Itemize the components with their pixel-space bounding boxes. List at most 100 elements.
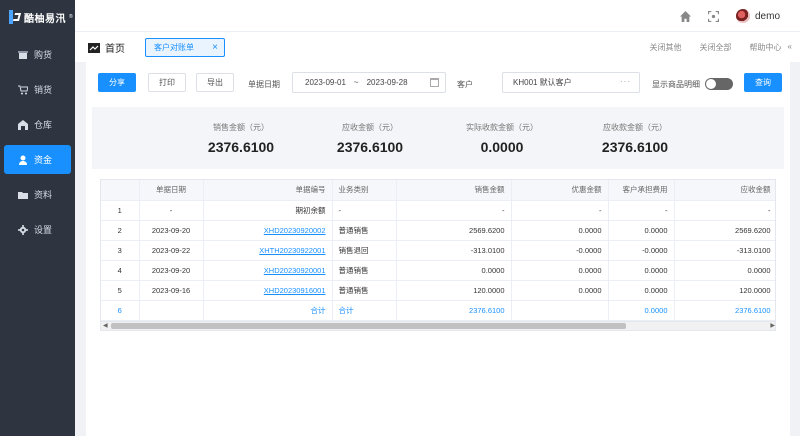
cell-discount: 0.0000: [511, 280, 609, 301]
column-header-business-type[interactable]: 业务类别: [332, 180, 397, 201]
cell-business-type: 普通销售: [332, 220, 397, 241]
sidebar-item-data[interactable]: 资料: [4, 180, 71, 209]
tab-customer-statement-label: 客户对账单: [154, 43, 194, 52]
summary-sales-amount: 销售金额（元） 2376.6100: [181, 122, 301, 155]
tab-actions: 关闭其他 关闭全部 帮助中心 «: [650, 42, 792, 53]
doc-no-link[interactable]: XHD20230920002: [203, 220, 333, 241]
show-detail-label: 显示商品明细: [652, 80, 700, 89]
customer-value: KH001 默认客户: [513, 78, 572, 87]
summary-actual-received: 实际收款金额（元） 0.0000: [442, 122, 562, 155]
table-total-row: 6 合计 合计 2376.6100 0.0000 2376.6100: [101, 300, 775, 321]
cell-date: 2023-09-22: [139, 240, 204, 261]
sidebar-item-label: 销货: [34, 85, 53, 95]
top-header: demo: [75, 0, 800, 32]
help-center-link[interactable]: 帮助中心: [750, 42, 782, 53]
cell-discount: -0.0000: [511, 240, 609, 261]
cell-sales-amount: -313.0100: [396, 240, 512, 261]
sidebar-item-settings[interactable]: 设置: [4, 215, 71, 244]
sidebar-item-warehouse[interactable]: 仓库: [4, 110, 71, 139]
summary-value: 2376.6100: [336, 139, 404, 155]
cell-business-type: 普通销售: [332, 280, 397, 301]
sidebar-item-funds[interactable]: 资金: [4, 145, 71, 174]
fullscreen-icon[interactable]: [708, 10, 720, 22]
cell-discount: 0.0000: [511, 260, 609, 281]
collapse-icon[interactable]: «: [788, 42, 792, 53]
cart-icon: [18, 85, 28, 95]
tab-customer-statement[interactable]: 客户对账单 ×: [145, 38, 225, 57]
table-row[interactable]: 4 2023-09-20 XHD20230920001 普通销售 0.0000 …: [101, 260, 775, 281]
sidebar-item-label: 资料: [34, 190, 53, 200]
doc-no-link[interactable]: XHD20230920001: [203, 260, 333, 281]
sidebar-item-sales[interactable]: 销货: [4, 75, 71, 104]
summary-value: 2376.6100: [601, 139, 669, 155]
cell-date: [139, 300, 204, 321]
column-header-customer-fee[interactable]: 客户承担费用: [608, 180, 675, 201]
table-row[interactable]: 1 - 期初余额 - - - - -: [101, 200, 775, 221]
more-icon[interactable]: ···: [620, 77, 631, 86]
cell-receivable: -313.0100: [674, 240, 775, 261]
print-button[interactable]: 打印: [148, 73, 186, 92]
date-to[interactable]: 2023-09-28: [367, 78, 408, 87]
logo-text: 酷柚易汛: [24, 13, 66, 25]
row-index: 4: [101, 260, 140, 281]
table-row[interactable]: 3 2023-09-22 XHTH20230922001 销售退回 -313.0…: [101, 240, 775, 261]
column-header-receivable[interactable]: 应收金额: [674, 180, 775, 201]
doc-no-link[interactable]: XHTH20230922001: [203, 240, 333, 261]
share-button[interactable]: 分享: [98, 73, 136, 92]
username: demo: [754, 10, 780, 22]
close-all-button[interactable]: 关闭全部: [700, 42, 732, 53]
sidebar-item-purchase[interactable]: 购货: [4, 40, 71, 69]
tab-home[interactable]: 首页: [88, 40, 125, 55]
cell-customer-fee: 0.0000: [608, 280, 675, 301]
chart-line-icon: [88, 42, 100, 53]
user-menu[interactable]: demo: [735, 9, 780, 23]
logo-icon: [9, 10, 22, 24]
sidebar: 酷柚易汛 ® 购货 销货 仓库 资金 资料 设置: [0, 0, 75, 436]
cell-customer-fee: -0.0000: [608, 240, 675, 261]
date-from[interactable]: 2023-09-01: [305, 78, 346, 87]
scrollbar-thumb[interactable]: [111, 323, 626, 329]
table-row[interactable]: 2 2023-09-20 XHD20230920002 普通销售 2569.62…: [101, 220, 775, 241]
column-header-doc-no[interactable]: 单据编号: [203, 180, 333, 201]
cell-date: -: [139, 200, 204, 221]
total-discount: [511, 300, 609, 321]
cell-receivable: 0.0000: [674, 260, 775, 281]
calendar-icon: [430, 78, 439, 87]
logo-registered-mark: ®: [69, 14, 73, 20]
app-logo[interactable]: 酷柚易汛 ®: [0, 0, 75, 34]
summary-label: 应收款金额（元）: [603, 123, 667, 132]
summary-value: 0.0000: [480, 139, 524, 155]
row-index: 1: [101, 200, 140, 221]
date-label: 单据日期: [248, 80, 280, 89]
customer-select[interactable]: KH001 默认客户 ···: [502, 72, 640, 93]
sidebar-nav: 购货 销货 仓库 资金 资料 设置: [0, 40, 75, 244]
query-button[interactable]: 查询: [744, 73, 782, 92]
cell-customer-fee: 0.0000: [608, 220, 675, 241]
cell-doc-no: 期初余额: [203, 200, 333, 221]
scroll-left-icon[interactable]: ◀: [103, 322, 108, 329]
total-customer-fee: 0.0000: [608, 300, 675, 321]
home-icon[interactable]: [680, 10, 692, 22]
column-header-index: [101, 180, 140, 201]
sidebar-item-label: 仓库: [34, 120, 53, 130]
horizontal-scrollbar[interactable]: ◀ ▶: [101, 321, 775, 330]
avatar: [735, 9, 750, 23]
close-icon[interactable]: ×: [212, 42, 218, 53]
column-header-sales-amount[interactable]: 销售金额: [396, 180, 512, 201]
table-row[interactable]: 5 2023-09-16 XHD20230916001 普通销售 120.000…: [101, 280, 775, 301]
cell-date: 2023-09-16: [139, 280, 204, 301]
scroll-right-icon[interactable]: ▶: [770, 322, 775, 329]
cell-sales-amount: -: [396, 200, 512, 221]
show-detail-toggle[interactable]: [705, 78, 733, 90]
cell-receivable: -: [674, 200, 775, 221]
close-others-button[interactable]: 关闭其他: [650, 42, 682, 53]
column-header-discount[interactable]: 优惠金额: [511, 180, 609, 201]
cell-customer-fee: 0.0000: [608, 260, 675, 281]
row-index: 3: [101, 240, 140, 261]
export-button[interactable]: 导出: [196, 73, 234, 92]
gear-icon: [18, 224, 28, 235]
date-range-picker[interactable]: 2023-09-01 ~ 2023-09-28: [292, 72, 446, 93]
doc-no-link[interactable]: XHD20230916001: [203, 280, 333, 301]
sidebar-item-label: 设置: [34, 225, 53, 235]
column-header-date[interactable]: 单据日期: [139, 180, 204, 201]
